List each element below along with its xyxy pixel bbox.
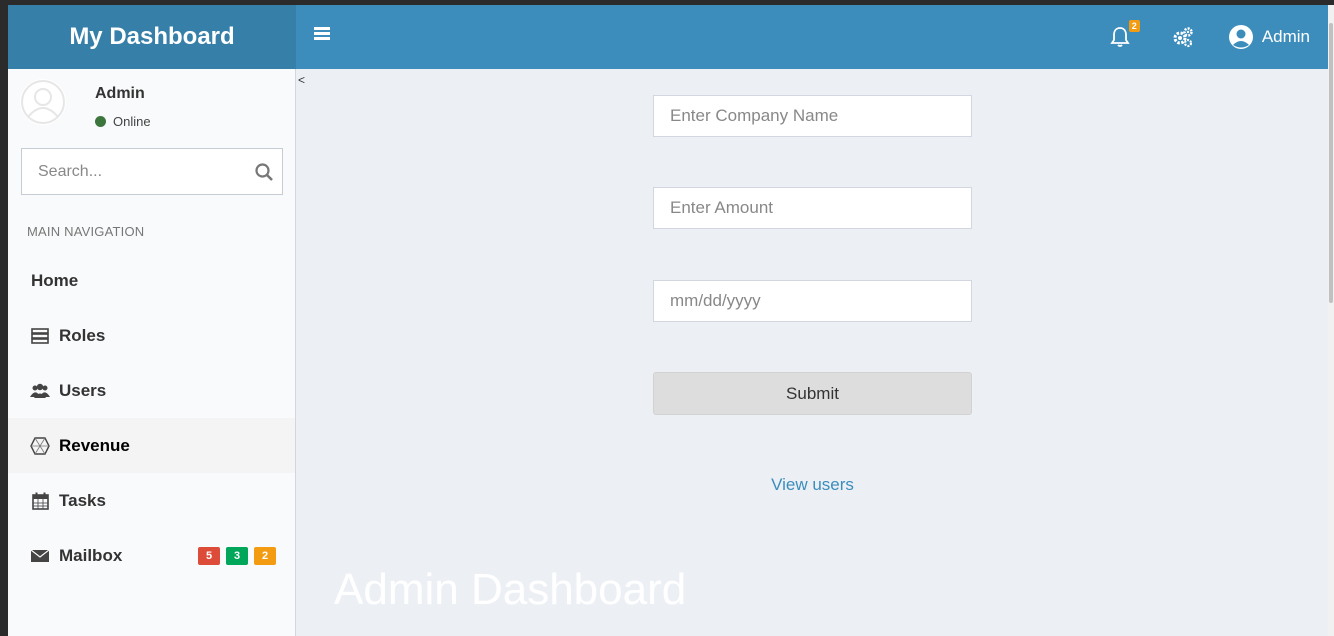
- notification-count-badge: 2: [1128, 20, 1140, 32]
- cube-icon: [30, 436, 50, 455]
- sidebar-item-label: Roles: [59, 325, 106, 345]
- top-header: My Dashboard 2 Admin: [8, 5, 1328, 69]
- sidebar-search: [21, 148, 283, 195]
- status-text: Online: [113, 114, 151, 129]
- sidebar-item-label: Home: [31, 270, 79, 290]
- user-menu[interactable]: Admin: [1228, 24, 1310, 50]
- date-input[interactable]: [653, 280, 972, 322]
- calendar-icon: [30, 492, 50, 510]
- user-menu-label: Admin: [1261, 27, 1310, 46]
- bell-icon: [1110, 27, 1130, 47]
- sidebar-item-label: Mailbox: [59, 545, 123, 565]
- status-dot-icon: [95, 116, 106, 127]
- brand-logo[interactable]: My Dashboard: [8, 5, 296, 69]
- company-name-input[interactable]: [653, 95, 972, 137]
- navbar: 2 Admin: [296, 5, 1328, 69]
- sidebar-toggle-icon[interactable]: [314, 27, 330, 41]
- gears-icon[interactable]: [1172, 26, 1194, 48]
- sidebar-item-revenue[interactable]: Revenue: [8, 418, 295, 473]
- envelope-icon: [30, 547, 50, 565]
- user-name: Admin: [95, 85, 145, 102]
- sidebar-item-tasks[interactable]: Tasks: [8, 473, 295, 528]
- page-scrollbar[interactable]: [1328, 5, 1334, 636]
- mailbox-badge-green: 3: [226, 546, 248, 565]
- sidebar-item-label: Revenue: [59, 435, 130, 455]
- mailbox-badges: 5 3 2: [198, 546, 276, 565]
- sidebar-item-label: Tasks: [59, 490, 106, 510]
- avatar: [20, 79, 66, 125]
- sidebar-item-roles[interactable]: Roles: [8, 308, 295, 363]
- main-content: < Submit View users Admin Dashboard: [297, 69, 1328, 636]
- submit-button[interactable]: Submit: [653, 372, 972, 415]
- sidebar-item-users[interactable]: Users: [8, 363, 295, 418]
- users-icon: [30, 382, 50, 400]
- nav-header: MAIN NAVIGATION: [27, 224, 145, 239]
- mailbox-badge-red: 5: [198, 546, 220, 565]
- mailbox-badge-yellow: 2: [254, 546, 276, 565]
- revenue-form: [653, 95, 972, 322]
- scrollbar-thumb[interactable]: [1329, 23, 1333, 303]
- navbar-right: 2 Admin: [1110, 5, 1310, 69]
- notifications-bell[interactable]: 2: [1110, 20, 1140, 48]
- search-icon: [254, 162, 273, 181]
- search-button[interactable]: [245, 149, 282, 194]
- search-input[interactable]: [22, 149, 245, 194]
- user-panel: Admin Online: [8, 69, 295, 145]
- server-icon: [30, 327, 50, 345]
- collapse-glyph[interactable]: <: [298, 73, 305, 87]
- sidebar-menu: Home Roles Users Revenue Tasks Mailbox 5…: [8, 253, 295, 583]
- user-circle-icon: [1228, 25, 1253, 49]
- page-watermark-title: Admin Dashboard: [334, 565, 687, 614]
- view-users-link[interactable]: View users: [653, 475, 972, 495]
- app-window: My Dashboard 2 Admin Admin Online Search…: [8, 5, 1328, 636]
- online-status: Online: [95, 114, 151, 129]
- amount-input[interactable]: [653, 187, 972, 229]
- sidebar-item-home[interactable]: Home: [8, 253, 295, 308]
- sidebar-item-mailbox[interactable]: Mailbox 5 3 2: [8, 528, 295, 583]
- sidebar-item-label: Users: [59, 380, 107, 400]
- sidebar: Admin Online MAIN NAVIGATION Home: [8, 69, 296, 636]
